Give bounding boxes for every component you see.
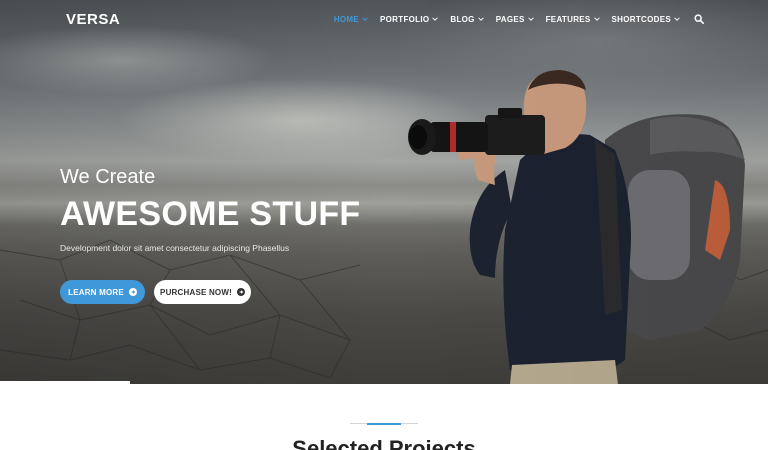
nav-item-shortcodes[interactable]: SHORTCODES bbox=[612, 15, 680, 24]
button-label: LEARN MORE bbox=[68, 287, 124, 297]
hero-overlay bbox=[0, 0, 768, 384]
hero-section: VERSA HOME PORTFOLIO BLOG PAGES FEATURES bbox=[0, 0, 768, 384]
nav-item-portfolio[interactable]: PORTFOLIO bbox=[380, 14, 439, 24]
site-logo[interactable]: VERSA bbox=[66, 11, 120, 28]
nav-label: BLOG bbox=[450, 14, 475, 24]
main-nav: HOME PORTFOLIO BLOG PAGES FEATURES SHORT… bbox=[334, 14, 704, 24]
chevron-down-icon bbox=[527, 17, 534, 21]
chevron-down-icon bbox=[593, 17, 600, 21]
arrow-right-circle-icon bbox=[128, 288, 137, 296]
search-icon[interactable] bbox=[694, 14, 704, 24]
button-label: PURCHASE NOW! bbox=[160, 287, 232, 297]
nav-label: PORTFOLIO bbox=[380, 14, 430, 24]
chevron-down-icon bbox=[674, 17, 680, 21]
purchase-now-button[interactable]: PURCHASE NOW! bbox=[154, 280, 251, 304]
chevron-down-icon bbox=[432, 17, 439, 21]
slider-progress-bar bbox=[0, 381, 130, 384]
chevron-down-icon bbox=[477, 17, 484, 21]
nav-label: HOME bbox=[333, 14, 360, 24]
chevron-down-icon bbox=[362, 17, 368, 21]
nav-item-blog[interactable]: BLOG bbox=[450, 14, 484, 24]
nav-item-features[interactable]: FEATURES bbox=[546, 15, 600, 24]
section-title: Selected Projects bbox=[292, 436, 476, 450]
nav-label: PAGES bbox=[495, 14, 525, 24]
nav-label: FEATURES bbox=[545, 14, 591, 24]
hero-title: AWESOME STUFF bbox=[60, 195, 361, 233]
learn-more-button[interactable]: LEARN MORE bbox=[60, 280, 145, 304]
hero-description: Development dolor sit amet consectetur a… bbox=[60, 243, 290, 253]
page: VERSA HOME PORTFOLIO BLOG PAGES FEATURES bbox=[0, 0, 768, 450]
nav-item-pages[interactable]: PAGES bbox=[496, 15, 534, 24]
nav-item-home[interactable]: HOME bbox=[334, 15, 368, 24]
hero-subtitle: We Create bbox=[60, 166, 156, 188]
section-divider-accent bbox=[367, 423, 401, 425]
arrow-right-circle-icon bbox=[236, 288, 245, 296]
nav-label: SHORTCODES bbox=[611, 14, 671, 24]
